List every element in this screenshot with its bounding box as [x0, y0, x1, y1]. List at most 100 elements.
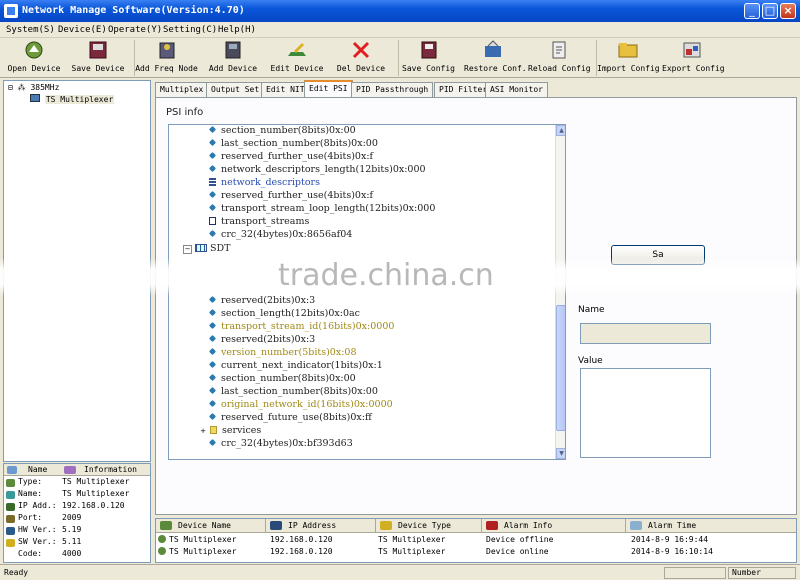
psi-field-text: last_section_number(8bits)0x:00 [221, 138, 378, 149]
psi-field-row[interactable]: transport_streams [209, 216, 309, 227]
tab-asi-monitor[interactable]: ASI Monitor [485, 82, 548, 97]
info-header: Name Information [4, 464, 150, 476]
value-field[interactable] [580, 368, 711, 458]
column-device-name[interactable]: Device Name [156, 519, 266, 533]
tab-multiplex[interactable]: Multiplex [155, 82, 209, 97]
edit-device-button[interactable]: Edit Device [268, 40, 326, 76]
open-device-button[interactable]: Open Device [6, 40, 62, 76]
edit-device-icon [286, 40, 308, 60]
column-alarm-info[interactable]: Alarm Info [482, 519, 626, 533]
psi-field-row[interactable]: last_section_number(8bits)0x:00 [209, 386, 378, 397]
column-device-type[interactable]: Device Type [376, 519, 482, 533]
tab-pid-passthrough[interactable]: PID Passthrough [351, 82, 434, 97]
psi-field-row[interactable]: current_next_indicator(1bits)0x:1 [209, 360, 383, 371]
info-header-information[interactable]: Information [84, 465, 137, 474]
save-config-icon [418, 40, 440, 60]
scroll-down-arrow[interactable]: ▼ [556, 448, 565, 459]
menu-help[interactable]: Help(H) [218, 25, 256, 35]
info-header-name[interactable]: Name [28, 465, 47, 474]
delete-icon [350, 40, 372, 60]
scroll-up-arrow[interactable]: ▲ [556, 125, 565, 136]
save-device-button[interactable]: Save Device [70, 40, 126, 76]
open-device-icon [23, 40, 45, 60]
software-icon [6, 539, 15, 547]
menu-device[interactable]: Device(E) [58, 25, 107, 35]
name-header-icon [7, 466, 17, 474]
menu-system[interactable]: System(S) [6, 25, 55, 35]
psi-field-row[interactable]: section_number(8bits)0x:00 [209, 125, 356, 136]
value-label: Value [578, 356, 603, 366]
port-icon [6, 515, 15, 523]
psi-field-row[interactable]: transport_stream_loop_length(12bits)0x:0… [209, 203, 435, 214]
collapse-icon[interactable]: − [183, 245, 192, 254]
tab-output-set[interactable]: Output Set [206, 82, 265, 97]
close-button[interactable]: × [780, 3, 796, 19]
psi-field-row[interactable]: reserved(2bits)0x:3 [209, 334, 315, 345]
psi-field-text: reserved_future_use(8bits)0x:ff [221, 412, 372, 423]
menu-setting[interactable]: Setting(C) [163, 25, 217, 35]
info-row-port: Port: 2009 [4, 513, 150, 525]
tree-node-device[interactable]: TS Multiplexer [30, 94, 115, 104]
ip-address-icon [270, 521, 282, 530]
collapse-icon[interactable]: ⊟ [8, 83, 13, 92]
psi-info-label: PSI info [166, 107, 204, 118]
psi-field-row[interactable]: reserved_further_use(4bits)0x:f [209, 190, 373, 201]
psi-field-text: reserved_further_use(4bits)0x:f [221, 151, 374, 162]
psi-field-row[interactable]: section_number(8bits)0x:00 [209, 373, 356, 384]
save-config-button[interactable]: Save Config [398, 40, 458, 76]
device-name-icon [160, 521, 172, 530]
psi-field-row[interactable]: network_descriptors_length(12bits)0x:000 [209, 164, 426, 175]
diamond-icon [209, 361, 216, 369]
add-freq-node-button[interactable]: Add Freq Node [134, 40, 198, 76]
diamond-icon [209, 204, 216, 212]
psi-field-row[interactable]: reserved(2bits)0x:3 [209, 295, 315, 306]
psi-field-row[interactable]: crc_32(4bytes)0x:bf393d63 [209, 438, 353, 449]
psi-field-row[interactable]: original_network_id(16bits)0x:0000 [209, 399, 393, 410]
diamond-icon [209, 387, 216, 395]
tab-pid-filter[interactable]: PID Filter [434, 82, 493, 97]
psi-field-row[interactable]: section_length(12bits)0x:0ac [209, 308, 360, 319]
psi-node-sdt[interactable]: − SDT [183, 243, 230, 254]
name-label: Name [578, 305, 605, 315]
tab-edit-psi[interactable]: Edit PSI [304, 80, 353, 98]
reload-config-button[interactable]: Reload Config [528, 40, 591, 76]
diamond-icon [209, 322, 216, 330]
list-icon [209, 178, 216, 186]
psi-field-row[interactable]: last_section_number(8bits)0x:00 [209, 138, 378, 149]
psi-field-text: network_descriptors_length(12bits)0x:000 [221, 164, 426, 175]
psi-field-text: reserved_further_use(4bits)0x:f [221, 190, 374, 201]
psi-field-row[interactable]: + services [199, 425, 261, 437]
menu-operate[interactable]: Operate(Y) [108, 25, 162, 35]
psi-field-row[interactable]: crc_32(4bytes)0x:8656af04 [209, 229, 352, 240]
reload-config-icon [548, 40, 570, 60]
add-device-button[interactable]: Add Device [206, 40, 260, 76]
app-icon [4, 4, 18, 18]
psi-field-row[interactable]: transport_stream_id(16bits)0x:0000 [209, 321, 394, 332]
device-info-panel: Name Information Type: TS Multiplexer Nam… [3, 463, 151, 563]
column-alarm-time[interactable]: Alarm Time [626, 519, 796, 533]
maximize-button[interactable]: □ [762, 3, 778, 19]
diamond-icon [209, 139, 216, 147]
del-device-button[interactable]: Del Device [334, 40, 388, 76]
info-row-name: Name: TS Multiplexer [4, 489, 150, 501]
tree-node-freq[interactable]: ⊟ ⁂ 385MHz [8, 83, 59, 92]
psi-field-text: reserved(2bits)0x:3 [221, 295, 316, 306]
name-field[interactable] [580, 323, 711, 344]
clock-icon [630, 521, 642, 530]
diamond-icon [209, 374, 216, 382]
tab-edit-nit[interactable]: Edit NIT [261, 82, 310, 97]
psi-field-row[interactable]: version_number(5bits)0x:08 [209, 347, 356, 358]
info-row-hw: HW Ver.: 5.19 [4, 525, 150, 537]
import-config-button[interactable]: Import Config [596, 40, 660, 76]
expand-icon[interactable]: + [199, 428, 207, 437]
export-config-button[interactable]: Export Config [662, 40, 725, 76]
save-device-icon [87, 40, 109, 60]
column-ip-address[interactable]: IP Address [266, 519, 376, 533]
psi-field-row[interactable]: reserved_future_use(8bits)0x:ff [209, 412, 372, 423]
psi-field-row[interactable]: reserved_further_use(4bits)0x:f [209, 151, 373, 162]
antenna-icon: ⁂ [17, 83, 26, 92]
restore-config-button[interactable]: Restore Conf. [464, 40, 527, 76]
minimize-button[interactable]: _ [744, 3, 760, 19]
scroll-thumb[interactable] [556, 305, 565, 431]
psi-field-row[interactable]: network_descriptors [209, 177, 320, 188]
